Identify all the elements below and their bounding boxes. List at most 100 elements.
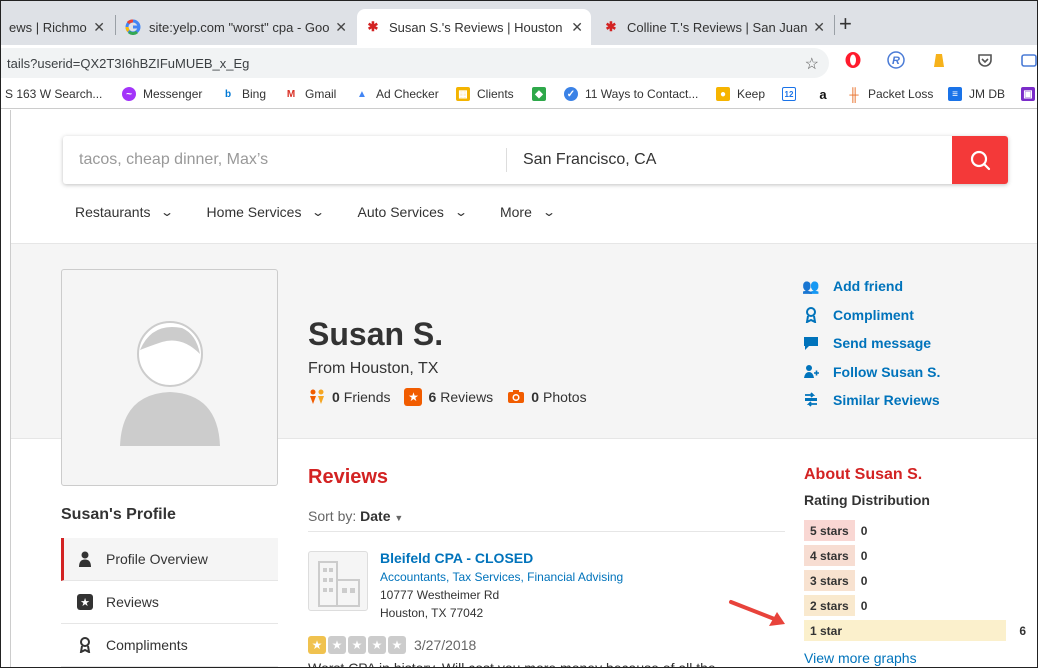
bookmark-search[interactable]: S 163 W Search... bbox=[5, 87, 102, 101]
rating-count: 0 bbox=[860, 523, 868, 538]
default-avatar-icon bbox=[120, 321, 220, 446]
photos-label: Photos bbox=[542, 389, 587, 405]
user-icon bbox=[77, 551, 93, 567]
rating-label: 5 stars bbox=[804, 520, 855, 541]
add-friend-link[interactable]: 👥 Add friend bbox=[802, 272, 940, 301]
review-rating: ★ ★ ★ ★ ★ 3/27/2018 bbox=[308, 636, 476, 654]
search-button[interactable] bbox=[952, 136, 1008, 184]
bookmark-messenger[interactable]: ~ Messenger bbox=[122, 87, 202, 101]
pocket-icon[interactable] bbox=[976, 51, 994, 73]
close-icon[interactable]: ✕ bbox=[93, 19, 105, 36]
extension-blue-icon[interactable] bbox=[1019, 51, 1037, 73]
rating-label: 2 stars bbox=[804, 595, 855, 616]
sidebar-item-profile-overview[interactable]: Profile Overview bbox=[61, 538, 278, 581]
bookmark-purple[interactable]: ▣ bbox=[1021, 87, 1037, 101]
bookmark-packet-loss[interactable]: ╫ Packet Loss bbox=[847, 87, 934, 102]
similar-reviews-link[interactable]: Similar Reviews bbox=[803, 386, 940, 415]
bookmark-calendar[interactable]: 12 bbox=[782, 87, 803, 101]
bookmark-gmail[interactable]: M Gmail bbox=[284, 87, 336, 101]
new-tab-button[interactable]: + bbox=[839, 13, 852, 35]
tab-colline-reviews[interactable]: ✱ Colline T.'s Reviews | San Juan - Y ✕ bbox=[595, 9, 833, 45]
page-title: Susan S. bbox=[308, 316, 444, 352]
tab-strip: ews | Richmon ✕ site:yelp.com "worst" cp… bbox=[1, 1, 1037, 45]
green-app-icon: ◆ bbox=[532, 87, 546, 101]
bookmarks-bar: S 163 W Search... ~ Messenger b Bing M Gmai… bbox=[1, 81, 1037, 109]
address-bar[interactable]: tails?userid=QX2T3I6hBZIFuMUEB_x_Eg ☆ bbox=[1, 48, 829, 78]
extension-r-icon[interactable]: R bbox=[887, 51, 905, 73]
category-home-services[interactable]: Home Services ⌄ bbox=[206, 204, 326, 220]
rating-row: 2 stars 0 bbox=[804, 593, 1026, 618]
close-icon[interactable]: ✕ bbox=[335, 19, 347, 36]
yelp-icon: ✱ bbox=[605, 19, 617, 34]
business-categories[interactable]: Accountants, Tax Services, Financial Adv… bbox=[380, 570, 623, 584]
rating-count: 0 bbox=[860, 573, 868, 588]
similar-reviews-icon bbox=[803, 392, 819, 408]
profile-actions: 👥 Add friend Compliment Send message Foll… bbox=[802, 272, 940, 415]
category-restaurants[interactable]: Restaurants ⌄ bbox=[75, 204, 175, 220]
bookmark-label: Ad Checker bbox=[376, 87, 439, 101]
near-input[interactable]: San Francisco, CA bbox=[523, 151, 656, 169]
bookmark-jm-db[interactable]: ≡ JM DB bbox=[948, 87, 1005, 101]
bookmark-keep[interactable]: ● Keep bbox=[716, 87, 765, 101]
photos-count: 0 bbox=[531, 389, 539, 405]
bookmark-clients[interactable]: ▦ Clients bbox=[456, 87, 514, 101]
follow-icon bbox=[803, 364, 819, 380]
tab-title: Susan S.'s Reviews | Houston - Ye bbox=[389, 19, 565, 35]
tab-google-search[interactable]: site:yelp.com "worst" cpa - Goog ✕ bbox=[117, 9, 355, 45]
tab-richmond[interactable]: ews | Richmon ✕ bbox=[1, 9, 113, 45]
view-more-graphs-link[interactable]: View more graphs bbox=[804, 650, 917, 666]
sort-value: Date bbox=[360, 508, 391, 524]
url-text[interactable]: tails?userid=QX2T3I6hBZIFuMUEB_x_Eg bbox=[7, 56, 249, 71]
business-photo[interactable] bbox=[308, 551, 368, 611]
business-address-line1: 10777 Westheimer Rd bbox=[380, 588, 500, 602]
star-icon: ★ bbox=[368, 636, 386, 654]
opera-icon[interactable] bbox=[844, 51, 862, 73]
bell-extension-icon[interactable] bbox=[930, 51, 948, 73]
bookmark-bing[interactable]: b Bing bbox=[221, 87, 266, 101]
star-icon: ★ bbox=[348, 636, 366, 654]
sidebar-item-label: Compliments bbox=[106, 637, 188, 653]
packet-icon: ╫ bbox=[847, 87, 861, 102]
building-icon bbox=[318, 561, 360, 607]
bookmark-green[interactable]: ◆ bbox=[532, 87, 553, 101]
category-label: More bbox=[499, 204, 532, 220]
rating-label: 4 stars bbox=[804, 545, 855, 566]
bookmark-label: Messenger bbox=[143, 87, 203, 101]
reviews-stat: ★ 6 Reviews bbox=[404, 388, 493, 406]
business-address-line2: Houston, TX 77042 bbox=[380, 606, 484, 620]
business-name-link[interactable]: Bleifeld CPA - CLOSED bbox=[380, 550, 533, 566]
rating-row: 3 stars 0 bbox=[804, 568, 1026, 593]
category-more[interactable]: More ⌄ bbox=[499, 204, 556, 220]
profile-sidebar: Profile Overview ★ Reviews Compliments bbox=[61, 538, 278, 667]
send-message-link[interactable]: Send message bbox=[803, 329, 940, 358]
sidebar-item-reviews[interactable]: ★ Reviews bbox=[61, 581, 278, 624]
reviews-label: Reviews bbox=[440, 389, 494, 405]
google-icon bbox=[125, 19, 141, 35]
avatar[interactable] bbox=[61, 269, 278, 486]
category-label: Home Services bbox=[206, 204, 302, 220]
sidebar-item-label: Reviews bbox=[106, 594, 159, 610]
bookmark-ad-checker[interactable]: ▲ Ad Checker bbox=[355, 87, 439, 101]
star-badge-icon: ★ bbox=[404, 388, 423, 406]
close-icon[interactable]: ✕ bbox=[571, 19, 583, 36]
sidebar-item-compliments[interactable]: Compliments bbox=[61, 624, 278, 667]
bookmark-label: 11 Ways to Contact... bbox=[585, 87, 699, 101]
bookmark-label: Packet Loss bbox=[868, 87, 934, 101]
follow-link[interactable]: Follow Susan S. bbox=[803, 358, 940, 387]
bookmark-star-icon[interactable]: ☆ bbox=[805, 54, 819, 74]
category-auto-services[interactable]: Auto Services ⌄ bbox=[357, 204, 468, 220]
camera-icon bbox=[507, 388, 525, 406]
bookmark-amazon[interactable]: a bbox=[816, 87, 837, 102]
category-label: Auto Services bbox=[357, 204, 444, 220]
compliment-link[interactable]: Compliment bbox=[803, 301, 940, 330]
find-input[interactable]: tacos, cheap dinner, Max’s bbox=[79, 151, 268, 169]
tab-susan-reviews[interactable]: ✱ Susan S.'s Reviews | Houston - Ye ✕ bbox=[357, 9, 591, 45]
close-icon[interactable]: ✕ bbox=[813, 19, 825, 36]
reviews-count: 6 bbox=[428, 389, 437, 405]
rating-row: 1 star 6 bbox=[804, 618, 1026, 643]
bookmark-label: Keep bbox=[737, 87, 766, 101]
check-icon: ✓ bbox=[564, 87, 578, 101]
sort-dropdown[interactable]: Sort by: Date ▼ bbox=[308, 508, 403, 524]
bookmark-label: Clients bbox=[477, 87, 514, 101]
bookmark-11-ways[interactable]: ✓ 11 Ways to Contact... bbox=[564, 87, 698, 101]
